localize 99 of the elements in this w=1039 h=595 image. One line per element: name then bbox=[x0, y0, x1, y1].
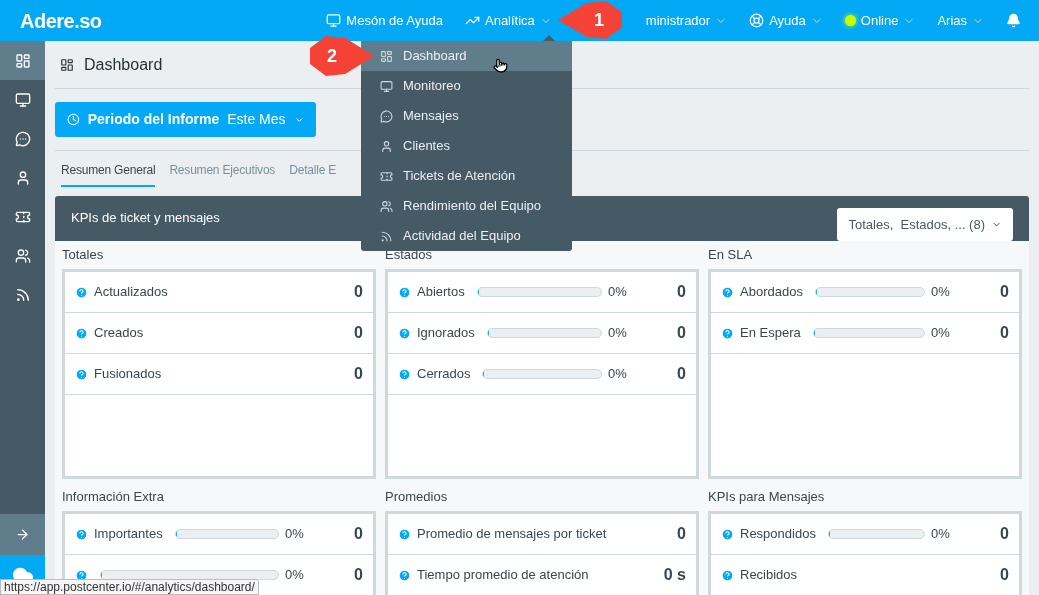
section-title: Información Extra bbox=[62, 488, 165, 506]
panel-title: KPIs de ticket y mensajes bbox=[71, 209, 220, 227]
kpi-label: Creados bbox=[94, 324, 144, 343]
chat-icon bbox=[380, 109, 393, 123]
kpi-percent: 0% bbox=[284, 566, 305, 585]
rss-icon bbox=[380, 229, 393, 243]
ticket-icon bbox=[380, 169, 393, 183]
kpi-label: Promedio de mensajes por ticket bbox=[417, 525, 607, 544]
kpi-value: 0 bbox=[353, 323, 363, 343]
kpi-value: 0 bbox=[676, 282, 686, 302]
kpi-value: 0 bbox=[353, 364, 363, 384]
kpi-label: Respondidos bbox=[740, 525, 816, 544]
menu-item[interactable]: Rendimiento del Equipo bbox=[361, 191, 572, 221]
help-icon[interactable] bbox=[75, 367, 88, 381]
kpi-label: En Espera bbox=[740, 324, 801, 343]
kpi-label: Importantes bbox=[94, 525, 163, 544]
nav-item[interactable]: ministrador bbox=[645, 8, 728, 33]
section-title: Promedios bbox=[385, 488, 449, 506]
help-icon[interactable] bbox=[398, 367, 411, 381]
kpi-percent: 0% bbox=[930, 525, 951, 544]
nav-item[interactable]: Online bbox=[844, 8, 916, 33]
brand-logo[interactable]: Adere.so bbox=[20, 5, 102, 36]
kpi-percent: 0% bbox=[607, 324, 628, 343]
callout-number: 1 bbox=[593, 8, 604, 32]
tab[interactable]: Resumen General bbox=[61, 161, 156, 187]
kpi-value: 0 bbox=[999, 565, 1009, 585]
nav-item[interactable]: Analítica bbox=[465, 8, 552, 33]
kpi-label: Recibidos bbox=[740, 566, 798, 585]
kpi-value: 0 bbox=[353, 282, 363, 302]
menu-item[interactable]: Actividad del Equipo bbox=[361, 221, 572, 251]
kpi-percent: 0% bbox=[930, 283, 951, 302]
report-period-button[interactable]: Periodo del Informe Este Mes bbox=[55, 102, 316, 137]
section-title: En SLA bbox=[708, 246, 754, 264]
section-title: Totales bbox=[62, 246, 105, 264]
help-icon[interactable] bbox=[75, 527, 88, 541]
callout-number: 2 bbox=[327, 44, 338, 68]
period-value: Este Mes bbox=[227, 110, 286, 129]
help-icon[interactable] bbox=[398, 285, 411, 299]
tab[interactable]: Resumen Ejecutivos bbox=[169, 161, 276, 187]
menu-item[interactable]: Clientes bbox=[361, 131, 572, 161]
dashboard-icon bbox=[380, 49, 393, 63]
kpi-value: 0 bbox=[676, 364, 686, 384]
kpi-label: Fusionados bbox=[94, 365, 162, 384]
nav-item[interactable]: Arias bbox=[937, 8, 984, 33]
help-icon[interactable] bbox=[75, 285, 88, 299]
kpi-value: 0 bbox=[676, 524, 686, 544]
sidebar-item[interactable] bbox=[0, 41, 45, 80]
kpi-value: 0 bbox=[353, 524, 363, 544]
help-icon[interactable] bbox=[721, 527, 734, 541]
monitor-icon bbox=[14, 91, 31, 108]
help-icon[interactable] bbox=[398, 326, 411, 340]
kpi-value: 0 bbox=[353, 565, 363, 585]
kpi-percent: 0% bbox=[607, 283, 628, 302]
kpi-value: 0 bbox=[676, 323, 686, 343]
kpi-label: Actualizados bbox=[94, 283, 168, 302]
page-title: Dashboard bbox=[84, 55, 163, 75]
help-icon[interactable] bbox=[75, 326, 88, 340]
monitor-icon bbox=[380, 79, 393, 93]
kpi-percent: 0% bbox=[930, 324, 951, 343]
kpi-value: 0 s bbox=[662, 565, 686, 585]
section-title: KPIs para Mensajes bbox=[708, 488, 826, 506]
help-icon[interactable] bbox=[721, 285, 734, 299]
menu-item[interactable]: Tickets de Atención bbox=[361, 161, 572, 191]
nav-item[interactable]: Mesón de Ayuda bbox=[326, 8, 443, 33]
kpi-label: Abiertos bbox=[417, 283, 465, 302]
users-icon bbox=[380, 199, 393, 213]
users-icon bbox=[14, 247, 31, 264]
menu-item[interactable]: Mensajes bbox=[361, 101, 572, 131]
nav-item[interactable]: Ayuda bbox=[749, 8, 823, 33]
user-icon bbox=[380, 139, 393, 153]
dashboard-icon bbox=[14, 52, 31, 69]
url-tooltip: https://app.postcenter.io/#/analytics/dashboard/ bbox=[0, 579, 259, 595]
bell-icon[interactable] bbox=[1006, 13, 1021, 28]
chat-icon bbox=[14, 130, 31, 147]
kpi-value: 0 bbox=[999, 524, 1009, 544]
kpi-label: Cerrados bbox=[417, 365, 471, 384]
lifebuoy-icon bbox=[749, 13, 765, 28]
kpi-label: Abordados bbox=[740, 283, 803, 302]
rss-icon bbox=[14, 286, 31, 303]
hand-cursor-icon bbox=[493, 57, 508, 74]
period-label: Periodo del Informe bbox=[87, 110, 220, 129]
kpi-value: 0 bbox=[999, 323, 1009, 343]
arrow-right-icon bbox=[15, 527, 30, 542]
tab[interactable]: Detalle E bbox=[289, 161, 337, 187]
help-icon[interactable] bbox=[398, 527, 411, 541]
menu-item[interactable]: Monitoreo bbox=[361, 71, 572, 101]
help-icon[interactable] bbox=[721, 326, 734, 340]
help-icon[interactable] bbox=[398, 568, 411, 582]
kpi-percent: 0% bbox=[284, 525, 305, 544]
help-icon[interactable] bbox=[721, 568, 734, 582]
menu-item[interactable]: Dashboard bbox=[361, 41, 572, 71]
kpi-label: Tiempo promedio de atención bbox=[417, 566, 589, 585]
filter-select[interactable]: Totales, Estados, ... (8) bbox=[837, 208, 1013, 241]
monitor-icon bbox=[326, 13, 342, 28]
kpi-value: 0 bbox=[999, 282, 1009, 302]
kpi-percent: 0% bbox=[607, 365, 628, 384]
clock-icon bbox=[67, 111, 80, 128]
dashboard-icon bbox=[60, 58, 74, 72]
kpi-label: Ignorados bbox=[417, 324, 475, 343]
